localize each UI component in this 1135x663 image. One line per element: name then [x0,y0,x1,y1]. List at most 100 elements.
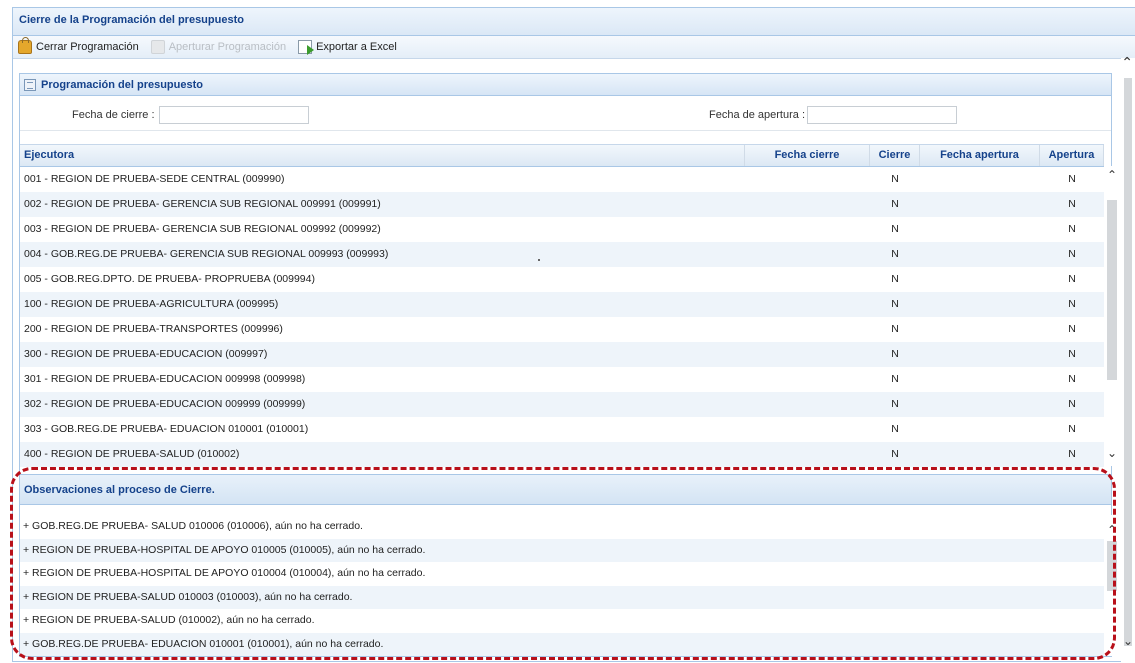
table-row[interactable]: 200 - REGION DE PRUEBA-TRANSPORTES (0099… [20,317,1104,342]
list-item: + REGION DE PRUEBA-HOSPITAL DE APOYO 010… [20,538,1104,562]
cell-apertura: N [1068,248,1076,260]
table-row[interactable]: 005 - GOB.REG.DPTO. DE PRUEBA- PROPRUEBA… [20,267,1104,292]
cell-fecha-cierre [745,442,870,467]
grid-scrollbar-thumb[interactable] [1107,200,1117,380]
cell-fecha-cierre [745,242,870,267]
lock-icon [18,37,32,54]
cell-cierre: N [891,173,899,185]
cell-fecha-apertura [920,442,1040,467]
exportar-excel-label: Exportar a Excel [316,41,397,53]
chevron-down-icon[interactable]: ⌄ [1123,634,1133,648]
cell-cierre: N [891,223,899,235]
cell-ejecutora: 400 - REGION DE PRUEBA-SALUD (010002) [24,448,240,460]
cell-fecha-cierre [745,342,870,367]
list-item: + GOB.REG.DE PRUEBA- EDUACION 010001 (01… [20,632,1104,656]
observaciones-scrollbar-thumb[interactable] [1107,541,1117,591]
cell-ejecutora: 300 - REGION DE PRUEBA-EDUCACION (009997… [24,348,268,360]
cell-ejecutora: 001 - REGION DE PRUEBA-SEDE CENTRAL (009… [24,173,285,185]
cerrar-programacion-button[interactable]: Cerrar Programación [18,37,139,54]
col-apertura[interactable]: Apertura [1040,145,1104,166]
scroll-up-icon[interactable]: ⌃ [1121,54,1133,71]
chevron-down-icon[interactable]: ⌄ [1107,446,1117,460]
cell-apertura: N [1068,223,1076,235]
cell-ejecutora: 003 - REGION DE PRUEBA- GERENCIA SUB REG… [24,223,381,235]
chevron-up-icon[interactable]: ⌃ [1107,523,1117,537]
ejecutora-grid: Ejecutora Fecha cierre Cierre Fecha aper… [20,144,1120,467]
panel-title: Programación del presupuesto [41,78,203,91]
list-item: + REGION DE PRUEBA-HOSPITAL DE APOYO 010… [23,567,426,579]
table-row[interactable]: 303 - GOB.REG.DE PRUEBA- EDUACION 010001… [20,417,1104,442]
cell-fecha-cierre [745,167,870,192]
cell-cierre: N [891,298,899,310]
cell-cierre: N [891,198,899,210]
table-row[interactable]: 003 - REGION DE PRUEBA- GERENCIA SUB REG… [20,217,1104,242]
cell-apertura: N [1068,423,1076,435]
cell-apertura: N [1068,323,1076,335]
main-window: Cierre de la Programación del presupuest… [12,7,1135,663]
table-row[interactable]: 302 - REGION DE PRUEBA-EDUCACION 009999 … [20,392,1104,417]
cell-ejecutora: 002 - REGION DE PRUEBA- GERENCIA SUB REG… [24,198,381,210]
grid-body: 001 - REGION DE PRUEBA-SEDE CENTRAL (009… [20,167,1104,467]
table-row[interactable]: 400 - REGION DE PRUEBA-SALUD (010002) N N [20,442,1104,467]
aperturar-programacion-button[interactable]: Aperturar Programación [150,40,287,54]
dates-row: Fecha de cierre : Fecha de apertura : [20,96,1111,131]
cell-ejecutora: 301 - REGION DE PRUEBA-EDUCACION 009998 … [24,373,306,385]
cell-apertura: N [1068,273,1076,285]
cell-ejecutora: 005 - GOB.REG.DPTO. DE PRUEBA- PROPRUEBA… [24,273,315,285]
aperturar-programacion-label: Aperturar Programación [168,41,287,53]
cell-cierre: N [891,423,899,435]
cell-apertura: N [1068,373,1076,385]
cell-ejecutora: 100 - REGION DE PRUEBA-AGRICULTURA (0099… [24,298,279,310]
stray-dot [538,259,540,261]
cell-apertura: N [1068,448,1076,460]
cell-fecha-apertura [920,217,1040,242]
col-ejecutora[interactable]: Ejecutora [20,145,745,166]
col-fecha-cierre[interactable]: Fecha cierre [745,145,870,166]
exportar-excel-button[interactable]: Exportar a Excel [298,40,397,55]
cell-cierre: N [891,373,899,385]
cell-fecha-cierre [745,317,870,342]
table-row[interactable]: 100 - REGION DE PRUEBA-AGRICULTURA (0099… [20,292,1104,317]
observaciones-header: Observaciones al proceso de Cierre. [20,474,1111,505]
grid-scrollbar[interactable]: ⌃ ⌄ [1104,166,1120,466]
cell-fecha-cierre [745,217,870,242]
cell-fecha-apertura [920,192,1040,217]
cell-fecha-apertura [920,392,1040,417]
table-row[interactable]: 004 - GOB.REG.DE PRUEBA- GERENCIA SUB RE… [20,242,1104,267]
table-row[interactable]: 001 - REGION DE PRUEBA-SEDE CENTRAL (009… [20,167,1104,192]
window-title: Cierre de la Programación del presupuest… [13,8,1135,36]
cell-fecha-cierre [745,417,870,442]
cell-fecha-apertura [920,292,1040,317]
cell-apertura: N [1068,173,1076,185]
cell-fecha-cierre [745,292,870,317]
table-row[interactable]: 300 - REGION DE PRUEBA-EDUCACION (009997… [20,342,1104,367]
fecha-cierre-field[interactable] [159,106,309,124]
window-scrollbar[interactable]: ⌃ [1121,54,1135,663]
cell-fecha-apertura [920,367,1040,392]
document-icon [24,78,36,91]
cell-cierre: N [891,448,899,460]
observaciones-list: + GOB.REG.DE PRUEBA- SALUD 010006 (01000… [20,515,1120,656]
cell-fecha-apertura [920,417,1040,442]
panel-header: Programación del presupuesto [20,74,1111,96]
chevron-up-icon[interactable]: ⌃ [1107,168,1117,182]
fecha-apertura-field[interactable] [807,106,957,124]
cell-fecha-cierre [745,392,870,417]
cell-cierre: N [891,273,899,285]
table-row[interactable]: 002 - REGION DE PRUEBA- GERENCIA SUB REG… [20,192,1104,217]
fecha-apertura-label: Fecha de apertura : [709,109,806,121]
cell-fecha-apertura [920,317,1040,342]
excel-export-icon [298,40,315,55]
col-fecha-apertura[interactable]: Fecha apertura [920,145,1040,166]
cell-cierre: N [891,248,899,260]
list-item: + REGION DE PRUEBA-SALUD 010003 (010003)… [20,585,1104,609]
table-row[interactable]: 301 - REGION DE PRUEBA-EDUCACION 009998 … [20,367,1104,392]
observaciones-scrollbar[interactable]: ⌃ [1104,515,1120,656]
cell-fecha-cierre [745,192,870,217]
cell-ejecutora: 004 - GOB.REG.DE PRUEBA- GERENCIA SUB RE… [24,248,389,260]
cell-apertura: N [1068,298,1076,310]
unlock-icon [150,40,165,54]
window-scrollbar-thumb[interactable] [1124,78,1132,646]
col-cierre[interactable]: Cierre [870,145,920,166]
cell-apertura: N [1068,348,1076,360]
